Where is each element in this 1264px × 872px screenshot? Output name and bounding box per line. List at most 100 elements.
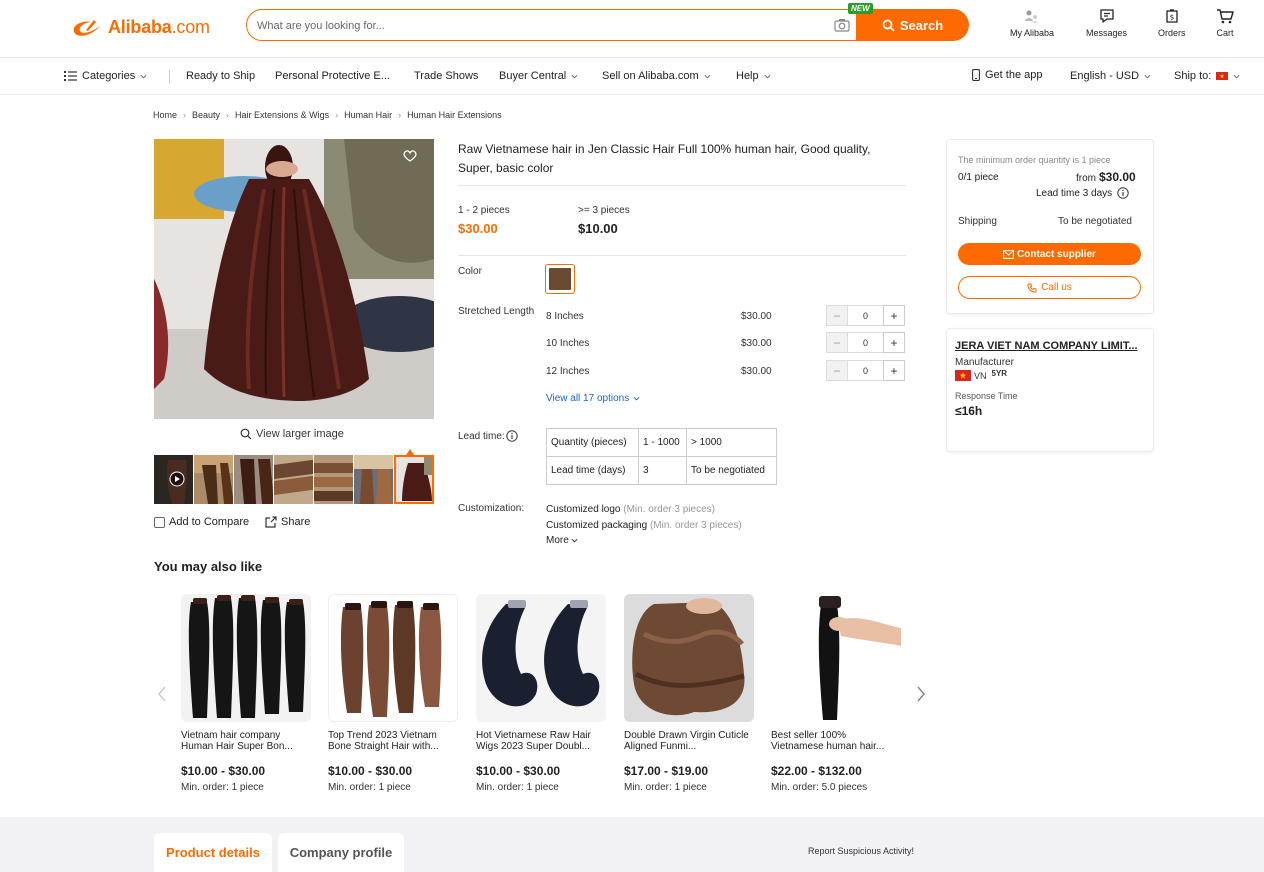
decrement-button[interactable]: − — [826, 360, 848, 381]
tab-company-profile[interactable]: Company profile — [278, 833, 404, 872]
recommendation-card[interactable]: Best seller 100% Vietnamese human hair..… — [771, 594, 901, 793]
supplier-name-link[interactable]: JERA VIET NAM COMPANY LIMIT... — [955, 340, 1147, 352]
increment-button[interactable]: + — [883, 332, 905, 353]
increment-button[interactable]: + — [883, 305, 905, 326]
nav-ready-to-ship[interactable]: Ready to Ship — [186, 70, 255, 82]
supplier-location: VN 5YR — [955, 369, 1007, 381]
call-us-label: Call us — [1041, 282, 1072, 293]
recommendation-moq: Min. order: 1 piece — [476, 782, 559, 793]
chevron-down-icon — [764, 74, 771, 78]
breadcrumb-human-hair[interactable]: Human Hair — [344, 110, 392, 120]
recommendation-moq: Min. order: 1 piece — [624, 782, 707, 793]
user-avatar-icon — [1025, 10, 1039, 23]
messages-label: Messages — [1086, 28, 1128, 38]
shipping-value: To be negotiated — [1058, 216, 1132, 227]
search-input[interactable] — [257, 16, 817, 36]
breadcrumb-separator: › — [183, 110, 187, 120]
customization-item: Customized packaging (Min. order 3 piece… — [546, 520, 742, 531]
camera-icon[interactable] — [834, 18, 850, 32]
customization-label: Customization: — [458, 503, 525, 514]
thumbnail[interactable] — [354, 455, 395, 504]
nav-trade-shows[interactable]: Trade Shows — [414, 70, 478, 82]
thumbnail-active[interactable] — [394, 455, 434, 504]
from-label: from — [1076, 173, 1096, 184]
contact-supplier-button[interactable]: Contact supplier — [958, 243, 1141, 265]
recommendation-price: $10.00 - $30.00 — [328, 764, 413, 778]
info-icon[interactable] — [1117, 187, 1129, 199]
quantity-stepper: − 0 + — [826, 332, 905, 353]
language-currency-label: English - USD — [1070, 70, 1140, 82]
chevron-right-icon[interactable] — [916, 686, 926, 702]
breadcrumb-beauty[interactable]: Beauty — [192, 110, 220, 120]
recommendation-image[interactable] — [181, 594, 311, 722]
my-alibaba-link[interactable]: My Alibaba — [1010, 8, 1054, 38]
recommendation-image[interactable] — [328, 594, 458, 722]
add-to-compare[interactable]: Add to Compare — [154, 516, 249, 528]
language-currency-selector[interactable]: English - USD — [1070, 70, 1151, 82]
thumbnail-video[interactable] — [154, 455, 195, 504]
quantity-value[interactable]: 0 — [848, 360, 883, 381]
nav-categories[interactable]: Categories — [64, 70, 147, 82]
decrement-button[interactable]: − — [826, 305, 848, 326]
recommendation-title: Vietnam hair company Human Hair Super Bo… — [181, 730, 293, 752]
thumbnail[interactable] — [234, 455, 275, 504]
orders-link[interactable]: $ Orders — [1158, 8, 1186, 38]
product-main-image[interactable] — [154, 139, 434, 419]
thumbnail[interactable] — [194, 455, 235, 504]
decrement-button[interactable]: − — [826, 332, 848, 353]
nav-help[interactable]: Help — [736, 70, 771, 82]
alibaba-logo[interactable]: Alibaba.com — [70, 14, 210, 40]
moq-note: The minimum order quantity is 1 piece — [958, 155, 1111, 165]
nav-get-app[interactable]: Get the app — [972, 69, 1043, 81]
quantity-stepper: − 0 + — [826, 360, 905, 381]
quantity-value[interactable]: 0 — [848, 332, 883, 353]
search-button[interactable]: Search — [856, 9, 969, 41]
variant-price: $30.00 — [741, 338, 772, 349]
recommendation-image[interactable] — [476, 594, 606, 722]
tier-price: $10.00 — [578, 221, 618, 236]
table-row: Lead time (days) 3 To be negotiated — [546, 456, 777, 485]
ship-to-selector[interactable]: Ship to: — [1174, 70, 1240, 82]
nav-sell[interactable]: Sell on Alibaba.com — [602, 70, 711, 82]
recommendation-card[interactable]: Top Trend 2023 Vietnam Bone Straight Hai… — [328, 594, 458, 793]
color-swatch[interactable] — [545, 264, 575, 294]
cart-link[interactable]: Cart — [1216, 8, 1234, 38]
menu-icon — [64, 71, 77, 81]
recommendation-card[interactable]: Hot Vietnamese Raw Hair Wigs 2023 Super … — [476, 594, 606, 793]
view-larger-image-link[interactable]: View larger image — [240, 428, 344, 440]
table-cell: > 1000 — [686, 428, 777, 457]
share-button[interactable]: Share — [265, 516, 310, 528]
tab-product-details[interactable]: Product details — [154, 833, 272, 872]
view-all-options-link[interactable]: View all 17 options — [546, 393, 640, 404]
messages-link[interactable]: Messages — [1086, 8, 1127, 38]
recommendation-price: $10.00 - $30.00 — [181, 764, 266, 778]
compare-checkbox[interactable] — [154, 516, 165, 528]
chevron-down-icon — [571, 538, 578, 543]
info-icon[interactable] — [506, 430, 518, 442]
logo-suffix-text: .com — [171, 16, 210, 37]
nav-buyer-central[interactable]: Buyer Central — [499, 70, 578, 82]
recommendation-image[interactable] — [624, 594, 754, 722]
increment-button[interactable]: + — [883, 360, 905, 381]
supplier-type: Manufacturer — [955, 357, 1014, 368]
report-suspicious-link[interactable]: Report Suspicious Activity! — [808, 846, 914, 856]
heart-icon[interactable] — [403, 150, 417, 162]
recommendation-card[interactable]: Vietnam hair company Human Hair Super Bo… — [181, 594, 311, 793]
breadcrumb-human-hair-extensions[interactable]: Human Hair Extensions — [407, 110, 502, 120]
chevron-left-icon[interactable] — [157, 686, 167, 702]
svg-text:$: $ — [1170, 14, 1174, 22]
breadcrumb-hair-extensions-wigs[interactable]: Hair Extensions & Wigs — [235, 110, 329, 120]
breadcrumb-home[interactable]: Home — [153, 110, 177, 120]
share-icon — [265, 516, 277, 528]
recommendation-image[interactable] — [771, 594, 901, 722]
call-us-button[interactable]: Call us — [958, 276, 1141, 299]
add-to-compare-label: Add to Compare — [169, 516, 250, 528]
recommendation-card[interactable]: Double Drawn Virgin Cuticle Aligned Funm… — [624, 594, 754, 793]
more-customization-link[interactable]: More — [546, 535, 578, 546]
thumbnail[interactable] — [314, 455, 355, 504]
quantity-value[interactable]: 0 — [848, 305, 883, 326]
thumbnail[interactable] — [274, 455, 315, 504]
divider — [458, 185, 906, 186]
nav-ppe[interactable]: Personal Protective E... — [275, 70, 390, 82]
response-time-label: Response Time — [955, 391, 1018, 401]
